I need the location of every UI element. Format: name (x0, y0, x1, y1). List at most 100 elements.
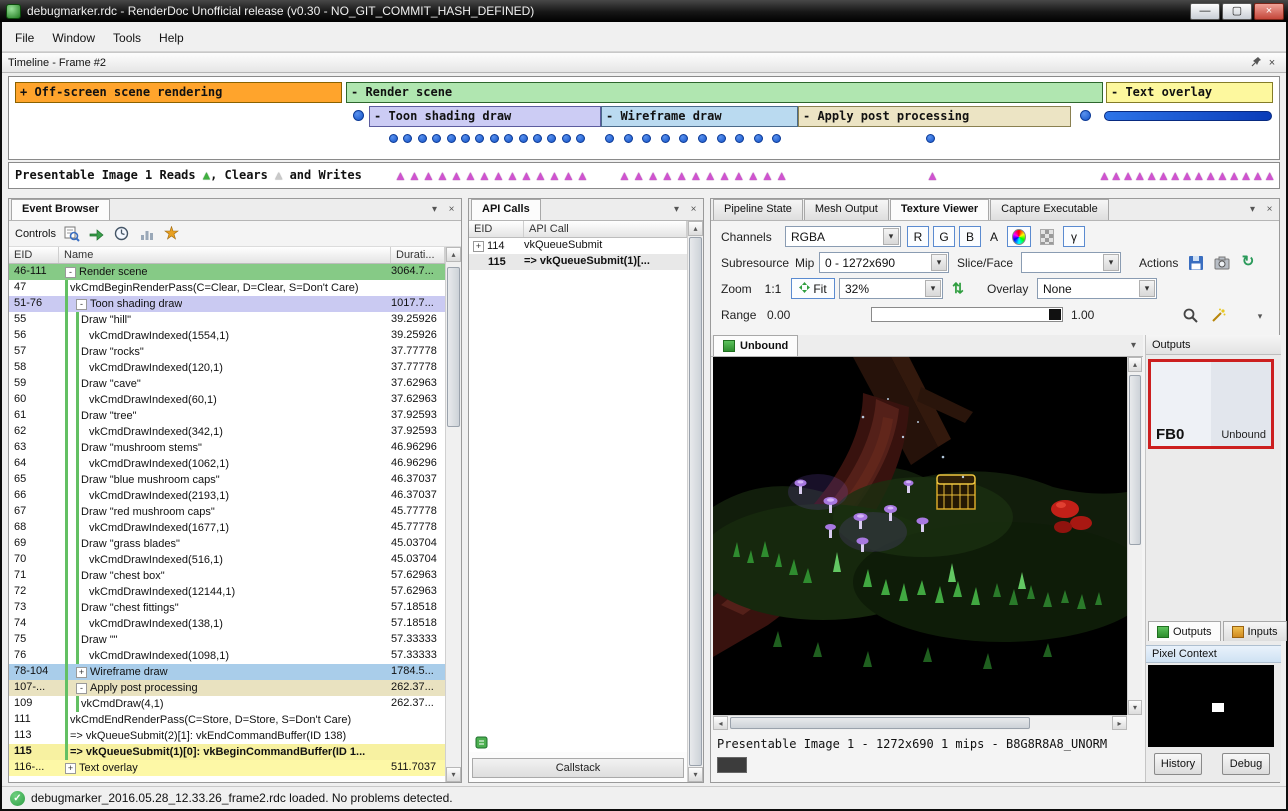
usage-marker-triangle[interactable]: ▲ (647, 167, 660, 185)
event-row[interactable]: 78-104+Wireframe draw1784.5... (9, 664, 445, 680)
texture-tab-unbound[interactable]: Unbound (713, 335, 798, 356)
usage-marker-triangle[interactable]: ▲ (661, 167, 674, 185)
usage-marker-triangle[interactable]: ▲ (436, 167, 449, 185)
usage-marker-triangle[interactable]: ▲ (732, 167, 745, 185)
api-calls-scrollbar[interactable]: ▴ ▾ (687, 221, 703, 782)
scroll-down-icon[interactable]: ▾ (446, 767, 461, 782)
draw-marker-dot[interactable] (624, 134, 633, 143)
draw-marker-dot[interactable] (772, 134, 781, 143)
history-button[interactable]: History (1154, 753, 1202, 775)
usage-marker-triangle[interactable]: ▲ (761, 167, 774, 185)
draw-marker-dot[interactable] (576, 134, 585, 143)
zoom-level-select[interactable]: 32% ▾ (839, 278, 943, 299)
bookmark-icon[interactable] (163, 225, 181, 243)
event-row[interactable]: 65Draw "blue mushroom caps"46.37037 (9, 472, 445, 488)
mip-select[interactable]: 0 - 1272x690 ▾ (819, 252, 949, 273)
tab-list-chevron-icon[interactable]: ▾ (1126, 338, 1141, 353)
event-row[interactable]: 75Draw ""57.33333 (9, 632, 445, 648)
event-row[interactable]: 56vkCmdDrawIndexed(1554,1)39.25926 (9, 328, 445, 344)
event-row[interactable]: 109vkCmdDraw(4,1)262.37... (9, 696, 445, 712)
column-name[interactable]: Name (59, 247, 391, 263)
event-row[interactable]: 58vkCmdDrawIndexed(120,1)37.77778 (9, 360, 445, 376)
draw-marker-dot[interactable] (698, 134, 707, 143)
event-row[interactable]: 66vkCmdDrawIndexed(2193,1)46.37037 (9, 488, 445, 504)
column-eid[interactable]: EID (469, 221, 524, 237)
usage-marker-triangle[interactable]: ▲ (562, 167, 575, 185)
event-row[interactable]: 59Draw "cave"37.62963 (9, 376, 445, 392)
event-row[interactable]: 73Draw "chest fittings"57.18518 (9, 600, 445, 616)
tab-texture-viewer[interactable]: Texture Viewer (890, 199, 989, 220)
event-row[interactable]: 63Draw "mushroom stems"46.96296 (9, 440, 445, 456)
api-call-row[interactable]: +114vkQueueSubmit (469, 238, 687, 254)
usage-marker-triangle[interactable]: ▲ (718, 167, 731, 185)
draw-marker-dot[interactable] (754, 134, 763, 143)
event-row[interactable]: 111vkCmdEndRenderPass(C=Store, D=Store, … (9, 712, 445, 728)
draw-marker-dot[interactable] (926, 134, 935, 143)
expand-icon[interactable]: + (76, 667, 87, 678)
usage-marker-triangle[interactable]: ▲ (548, 167, 561, 185)
expand-icon[interactable]: + (473, 241, 484, 252)
draw-marker-dot[interactable] (547, 134, 556, 143)
range-slider[interactable] (871, 307, 1063, 322)
usage-marker-triangle[interactable]: ▲ (478, 167, 491, 185)
usage-marker-triangle[interactable]: ▲ (618, 167, 631, 185)
expand-icon[interactable]: - (76, 299, 87, 310)
tab-capture-executable[interactable]: Capture Executable (990, 199, 1109, 220)
tab-inputs[interactable]: Inputs (1223, 621, 1287, 641)
draw-marker-dot[interactable] (519, 134, 528, 143)
close-button[interactable]: × (1254, 3, 1284, 20)
draw-marker-dot[interactable] (418, 134, 427, 143)
callstack-icon[interactable] (475, 736, 488, 752)
red-channel-button[interactable]: R (907, 226, 929, 247)
usage-marker-triangle[interactable]: ▲ (450, 167, 463, 185)
timeline-marker[interactable]: - Toon shading draw (369, 106, 601, 127)
scroll-up-icon[interactable]: ▴ (688, 221, 703, 236)
callstack-panel-header[interactable]: Callstack (472, 758, 684, 778)
timeline-marker[interactable]: - Apply post processing (798, 106, 1071, 127)
usage-marker-triangle[interactable]: ▲ (422, 167, 435, 185)
api-call-row[interactable]: 115=> vkQueueSubmit(1)[... (469, 254, 687, 270)
snapshot-icon[interactable] (1213, 254, 1231, 272)
usage-marker-triangle[interactable]: ▲ (408, 167, 421, 185)
usage-marker-triangle[interactable]: ▲ (506, 167, 519, 185)
usage-marker-triangle[interactable]: ▲ (534, 167, 547, 185)
refresh-icon[interactable]: ↻ (1239, 252, 1257, 270)
event-row[interactable]: 67Draw "red mushroom caps"45.77778 (9, 504, 445, 520)
maximize-button[interactable]: ▢ (1222, 3, 1252, 20)
usage-marker-triangle[interactable]: ▲ (492, 167, 505, 185)
scroll-left-icon[interactable]: ◂ (713, 716, 728, 730)
tab-event-browser[interactable]: Event Browser (11, 199, 110, 220)
texture-display[interactable] (713, 357, 1127, 715)
channels-select[interactable]: RGBA ▾ (785, 226, 901, 247)
overlay-select[interactable]: None ▾ (1037, 278, 1157, 299)
usage-marker-triangle[interactable]: ▲ (576, 167, 589, 185)
event-row[interactable]: 72vkCmdDrawIndexed(12144,1)57.62963 (9, 584, 445, 600)
zoom-range-icon[interactable] (1181, 306, 1199, 324)
usage-marker-triangle[interactable]: ▲ (675, 167, 688, 185)
panel-menu-icon[interactable]: ▾ (1245, 202, 1260, 217)
draw-marker-dot[interactable] (679, 134, 688, 143)
event-row[interactable]: 76vkCmdDrawIndexed(1098,1)57.33333 (9, 648, 445, 664)
draw-marker-dot[interactable] (562, 134, 571, 143)
slice-face-select[interactable]: ▾ (1021, 252, 1121, 273)
panel-menu-icon[interactable]: ▾ (669, 202, 684, 217)
colorwheel-button[interactable] (1007, 226, 1031, 247)
usage-marker-triangle[interactable]: ▲ (690, 167, 703, 185)
event-row[interactable]: 60vkCmdDrawIndexed(60,1)37.62963 (9, 392, 445, 408)
event-row[interactable]: 68vkCmdDrawIndexed(1677,1)45.77778 (9, 520, 445, 536)
close-icon[interactable]: × (1262, 202, 1277, 217)
event-row[interactable]: 47vkCmdBeginRenderPass(C=Clear, D=Clear,… (9, 280, 445, 296)
draw-marker-dot[interactable] (461, 134, 470, 143)
save-icon[interactable] (1187, 254, 1205, 272)
event-row[interactable]: 55Draw "hill"39.25926 (9, 312, 445, 328)
event-row[interactable]: 69Draw "grass blades"45.03704 (9, 536, 445, 552)
blue-channel-button[interactable]: B (959, 226, 981, 247)
autofit-wand-icon[interactable] (1209, 306, 1227, 324)
timeline-marker[interactable]: - Wireframe draw (601, 106, 798, 127)
event-row[interactable]: 107-...-Apply post processing262.37... (9, 680, 445, 696)
event-row[interactable]: 116-...+Text overlay511.7037 (9, 760, 445, 776)
toolbar-overflow-icon[interactable]: ▾ (1251, 307, 1269, 325)
pixel-context-view[interactable] (1148, 665, 1274, 747)
draw-marker-dot[interactable] (661, 134, 670, 143)
usage-marker-triangle[interactable]: ▲ (704, 167, 717, 185)
